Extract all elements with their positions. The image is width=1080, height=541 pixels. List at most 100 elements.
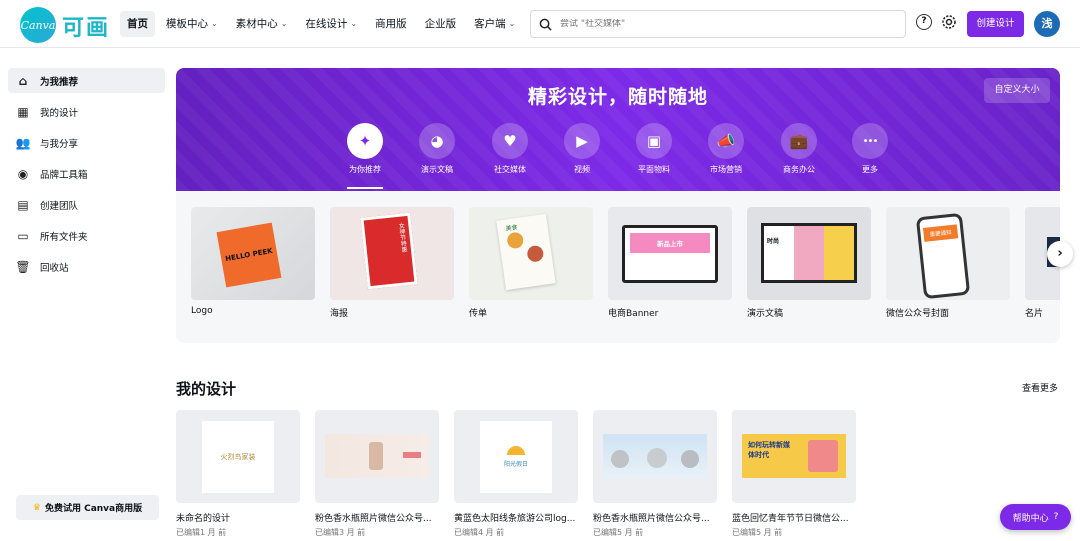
category-label: 平面物料 [638, 165, 670, 174]
canva-logo-icon[interactable]: Canva [20, 7, 56, 43]
design-card[interactable]: 阳光假日 黄蓝色太阳线条旅游公司log... 已编辑4 月 前 [454, 410, 578, 538]
design-name: 蓝色回忆青年节节日微信公... [732, 514, 849, 524]
create-design-button[interactable]: 创建设计 [967, 11, 1024, 37]
help-question-icon[interactable]: ? [916, 14, 932, 30]
category-print[interactable]: ▣ 平面物料 [624, 123, 684, 175]
template-tile-flyer[interactable]: 美食 传单 [469, 207, 593, 319]
category-more[interactable]: ••• 更多 [840, 123, 900, 175]
nav-label: 素材中心 [235, 18, 278, 30]
thumb-text: 如何玩转新媒体时代 [748, 441, 790, 459]
phone: 重要通知 [915, 212, 971, 300]
design-thumbnail: 阳光假日 [454, 410, 578, 503]
see-more-link[interactable]: 查看更多 [1022, 381, 1058, 394]
brand-kit-icon: ◉ [17, 166, 29, 181]
category-marketing[interactable]: 📣 市场营销 [696, 123, 756, 175]
help-label: 帮助中心 [1012, 513, 1049, 524]
sidebar-item-folders[interactable]: ▭ 所有文件夹 [8, 223, 165, 248]
design-thumbnail [593, 410, 717, 503]
illustration-block [808, 440, 838, 472]
crown-icon: ♛ [32, 502, 41, 513]
print-icon: ▣ [636, 123, 672, 159]
team-icon: ▤ [17, 197, 29, 212]
thumb-text: 女神节特惠 [397, 222, 408, 253]
poster-card: 女神节特惠 [360, 212, 418, 290]
template-label: 海报 [330, 309, 349, 319]
thumb-text: 阳光假日 [503, 461, 528, 468]
plush-shape [611, 450, 629, 468]
category-label: 更多 [862, 165, 878, 174]
category-social-media[interactable]: ♥ 社交媒体 [480, 123, 540, 175]
design-card[interactable]: 火烈鸟家装 未命名的设计 已编辑1 月 前 [176, 410, 300, 538]
design-preview: 如何玩转新媒体时代 [742, 434, 846, 478]
help-center-button[interactable]: 帮助中心 ? [1000, 504, 1071, 530]
category-label: 为你推荐 [349, 165, 381, 174]
template-tile-poster[interactable]: 女神节特惠 海报 [330, 207, 454, 319]
sidebar-item-shared[interactable]: 👥 与我分享 [8, 130, 165, 155]
photo-block [794, 226, 824, 280]
nav-pro[interactable]: 商用版 [368, 11, 414, 37]
bottle-shape [369, 442, 383, 470]
nav-home[interactable]: 首页 [120, 11, 155, 37]
design-card[interactable]: 粉色香水瓶照片微信公众号... 已编辑5 月 前 [593, 410, 717, 538]
design-edited-time: 已编辑3 月 前 [315, 528, 366, 537]
design-thumbnail: 火烈鸟家装 [176, 410, 300, 503]
sidebar-item-label: 为我推荐 [40, 76, 79, 88]
video-icon: ▶ [564, 123, 600, 159]
template-label: Logo [191, 306, 213, 316]
design-card[interactable]: 如何玩转新媒体时代 蓝色回忆青年节节日微信公... 已编辑5 月 前 [732, 410, 856, 538]
nav-label: 模板中心 [166, 18, 208, 30]
heart-icon: ♥ [492, 123, 528, 159]
nav-assets[interactable]: 素材中心 ⌄ [229, 11, 295, 37]
thumb-text: 重要通知 [929, 229, 952, 239]
nav-templates[interactable]: 模板中心 ⌄ [159, 11, 225, 37]
template-tile-presentation[interactable]: 时尚 演示文稿 [747, 207, 871, 319]
category-video[interactable]: ▶ 视频 [552, 123, 612, 175]
design-thumbnail: 如何玩转新媒体时代 [732, 410, 856, 503]
template-label: 微信公众号封面 [886, 309, 950, 319]
food-dot [526, 244, 545, 263]
plush-shape [681, 450, 699, 468]
sidebar-item-label: 品牌工具箱 [40, 169, 88, 181]
search-box[interactable] [530, 10, 906, 38]
search-icon [539, 18, 552, 31]
sidebar-item-my-designs[interactable]: ▦ 我的设计 [8, 99, 165, 124]
template-tile-ecommerce-banner[interactable]: 新品上市 电商Banner [608, 207, 732, 319]
template-thumbnail: 新品上市 [608, 207, 732, 300]
avatar[interactable]: 浅 [1034, 11, 1060, 37]
brand-name-cn[interactable]: 可画 [62, 10, 110, 42]
sidebar-item-trash[interactable]: 🗑 回收站 [8, 254, 165, 279]
nav-label: 首页 [127, 18, 148, 30]
design-edited-time: 已编辑5 月 前 [593, 528, 644, 537]
nav-online-design[interactable]: 在线设计 ⌄ [298, 11, 364, 37]
gear-icon[interactable] [941, 14, 957, 30]
sidebar-item-label: 与我分享 [40, 138, 79, 150]
sidebar-item-create-team[interactable]: ▤ 创建团队 [8, 192, 165, 217]
category-recommended[interactable]: ✦ 为你推荐 [335, 123, 395, 189]
folder-icon: ▭ [17, 228, 29, 243]
thumb-text: 时尚 [767, 238, 780, 245]
category-business[interactable]: 💼 商务办公 [769, 123, 829, 175]
template-label: 演示文稿 [747, 309, 784, 319]
nav-label: 客户端 [474, 18, 506, 30]
briefcase-icon: 💼 [781, 123, 817, 159]
search-input[interactable] [560, 19, 905, 29]
pink-tag [403, 452, 421, 458]
sidebar-item-for-you[interactable]: ⌂ 为我推荐 [8, 68, 165, 93]
banner-strip: 新品上市 [630, 233, 710, 253]
hero-banner: 精彩设计，随时随地 自定义大小 ✦ 为你推荐 ◕ 演示文稿 ♥ 社交媒体 ▶ 视频 ▣ 平… [176, 68, 1060, 191]
flyer-card: 美食 [496, 213, 556, 291]
category-presentation[interactable]: ◕ 演示文稿 [407, 123, 467, 175]
sidebar-item-brand-kit[interactable]: ◉ 品牌工具箱 [8, 161, 165, 186]
photo-block [824, 226, 854, 280]
phone-banner: 重要通知 [922, 224, 959, 242]
custom-size-button[interactable]: 自定义大小 [984, 78, 1050, 103]
nav-client[interactable]: 客户端 ⌄ [467, 11, 522, 37]
template-tile-wechat-cover[interactable]: 重要通知 微信公众号封面 [886, 207, 1010, 319]
nav-enterprise[interactable]: 企业版 [418, 11, 464, 37]
chevron-right-icon[interactable]: › [1047, 241, 1073, 267]
design-card[interactable]: 粉色香水瓶照片微信公众号... 已编辑3 月 前 [315, 410, 439, 538]
template-strip: HELLO PEEK Logo 女神节特惠 海报 美食 传单 新品上市 电商Ba… [176, 191, 1060, 343]
design-preview [325, 434, 429, 478]
template-tile-logo[interactable]: HELLO PEEK Logo [191, 207, 315, 316]
free-trial-button[interactable]: ♛ 免费试用 Canva商用版 [16, 495, 159, 520]
